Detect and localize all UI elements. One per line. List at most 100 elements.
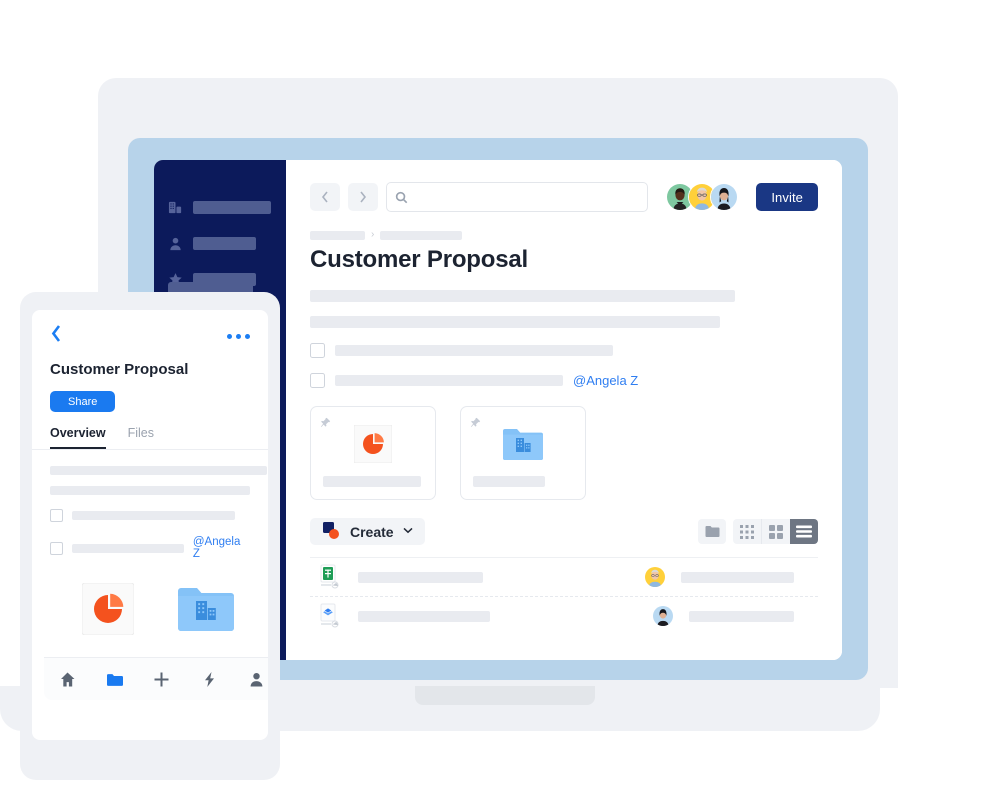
nav-account-button[interactable] xyxy=(248,671,265,688)
app-main: Invite › Customer Proposal @Angela Z Cre… xyxy=(286,160,842,660)
folder-icon xyxy=(107,673,124,686)
chevron-left-icon xyxy=(321,191,328,203)
table-row[interactable] xyxy=(310,596,818,635)
collaborator-avatars xyxy=(666,183,739,211)
pie-chart-icon[interactable] xyxy=(81,582,135,640)
company-folder-icon xyxy=(501,425,545,468)
invite-button[interactable]: Invite xyxy=(756,183,818,211)
paragraph-placeholder xyxy=(310,316,720,328)
pin-icon[interactable] xyxy=(470,415,481,428)
search-box[interactable] xyxy=(386,182,649,212)
checkbox[interactable] xyxy=(50,509,63,522)
building-icon xyxy=(168,200,183,215)
todo-item[interactable]: @Angela Z xyxy=(50,536,250,560)
todo-text xyxy=(335,375,563,386)
mention-tag[interactable]: @Angela Z xyxy=(573,373,638,388)
phone-screen: Customer Proposal Share Overview Files @… xyxy=(32,310,268,740)
sidebar-item-label xyxy=(193,200,271,214)
todo-text xyxy=(72,511,235,520)
breadcrumb-item[interactable] xyxy=(310,230,365,240)
checkbox[interactable] xyxy=(310,343,325,358)
nav-folder-button[interactable] xyxy=(106,671,124,688)
sidebar-item-0[interactable] xyxy=(154,192,286,222)
google-sheets-icon xyxy=(318,564,342,590)
avatar[interactable] xyxy=(644,566,666,588)
sidebar-item-1[interactable] xyxy=(154,228,286,258)
file-name xyxy=(358,571,483,583)
todo-item[interactable] xyxy=(310,343,818,358)
file-list xyxy=(310,557,818,635)
file-name xyxy=(358,610,490,622)
share-button[interactable]: Share xyxy=(50,391,116,412)
page-title: Customer Proposal xyxy=(50,361,189,378)
forward-button[interactable] xyxy=(348,183,378,211)
todo-item[interactable] xyxy=(50,509,250,522)
laptop-base-notch xyxy=(415,686,595,705)
mention-tag[interactable]: @Angela Z xyxy=(193,536,250,560)
checkbox[interactable] xyxy=(310,373,325,388)
breadcrumb: › xyxy=(286,212,842,240)
content-toolbar: Create xyxy=(286,500,842,545)
pinned-card[interactable] xyxy=(310,406,436,500)
checkbox[interactable] xyxy=(50,541,63,555)
todo-text xyxy=(335,345,613,356)
folder-view-icon xyxy=(705,526,719,537)
more-options-button[interactable] xyxy=(227,333,250,339)
more-horizontal-icon xyxy=(227,333,232,339)
person-icon xyxy=(168,236,183,251)
dense-grid-view-button[interactable] xyxy=(733,519,761,544)
phone-device: Customer Proposal Share Overview Files @… xyxy=(20,292,280,780)
card-caption xyxy=(323,476,421,487)
phone-tabs: Overview Files xyxy=(32,412,268,450)
create-button[interactable]: Create xyxy=(310,518,425,545)
tab-files[interactable]: Files xyxy=(128,426,154,449)
file-owner xyxy=(681,571,794,583)
phone-header xyxy=(32,310,268,348)
plus-icon xyxy=(154,672,169,686)
app-topbar: Invite xyxy=(286,160,842,212)
chevron-down-icon xyxy=(403,526,413,537)
dropbox-paper-icon xyxy=(318,603,342,629)
nav-home-button[interactable] xyxy=(59,671,76,688)
chevron-left-icon xyxy=(51,325,61,342)
nav-activity-button[interactable] xyxy=(201,671,218,688)
pie-chart-icon xyxy=(353,424,393,468)
tab-overview[interactable]: Overview xyxy=(50,426,106,449)
list-view-icon xyxy=(796,525,812,538)
person-icon xyxy=(250,672,263,686)
avatar[interactable] xyxy=(710,183,739,211)
home-icon xyxy=(61,672,75,686)
nav-add-button[interactable] xyxy=(153,671,170,688)
card-caption xyxy=(473,476,545,487)
search-input[interactable] xyxy=(414,187,640,207)
grid-view-icon xyxy=(769,524,783,539)
phone-bottom-nav xyxy=(44,657,268,700)
back-button[interactable] xyxy=(310,183,340,211)
paragraph-placeholder xyxy=(50,466,267,475)
dense-grid-view-icon xyxy=(740,524,754,539)
phone-thumbnails xyxy=(32,560,268,640)
back-button[interactable] xyxy=(50,324,63,348)
grid-view-button[interactable] xyxy=(761,519,790,544)
folder-view-button[interactable] xyxy=(698,519,726,544)
breadcrumb-separator: › xyxy=(371,229,375,240)
bolt-icon xyxy=(204,671,214,687)
paragraph-placeholder xyxy=(310,290,735,302)
file-owner xyxy=(689,610,794,622)
list-view-button[interactable] xyxy=(790,519,818,544)
view-toggle-group xyxy=(698,519,818,544)
sidebar-item-label xyxy=(193,236,256,250)
company-folder-icon[interactable] xyxy=(176,583,236,640)
table-row[interactable] xyxy=(310,557,818,596)
todo-item[interactable]: @Angela Z xyxy=(310,373,818,388)
pinned-card[interactable] xyxy=(460,406,586,500)
pin-icon[interactable] xyxy=(320,415,331,428)
dropbox-create-logo xyxy=(322,521,341,543)
create-button-label: Create xyxy=(350,523,394,540)
avatar[interactable] xyxy=(652,605,674,627)
todo-text xyxy=(72,543,184,553)
breadcrumb-item[interactable] xyxy=(380,230,463,240)
page-title: Customer Proposal xyxy=(310,246,528,273)
pinned-cards xyxy=(286,388,842,500)
chevron-right-icon xyxy=(360,191,367,203)
